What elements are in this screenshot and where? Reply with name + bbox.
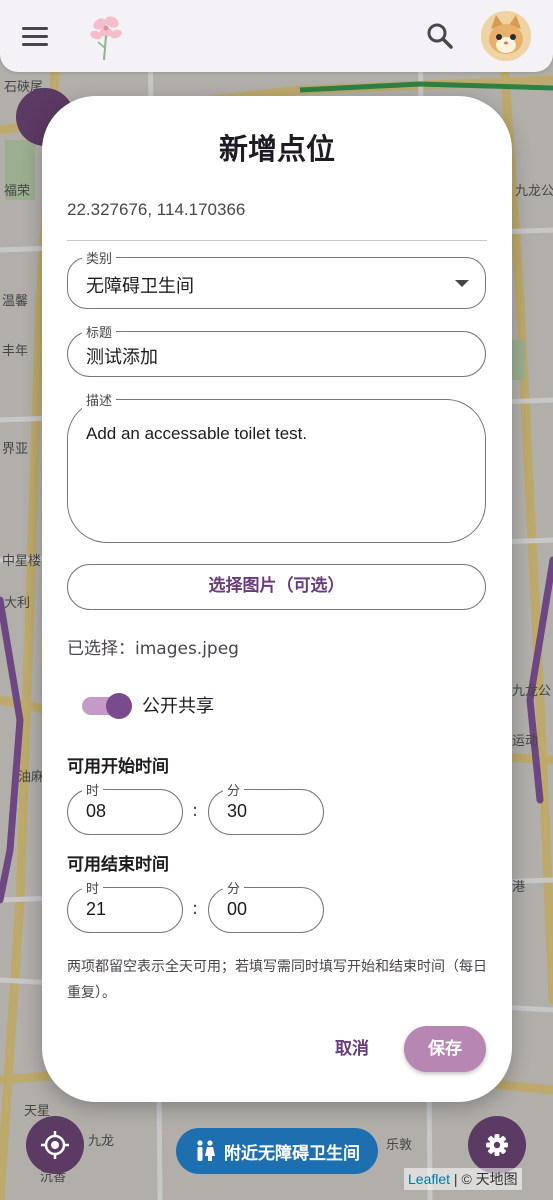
search-icon[interactable] bbox=[424, 20, 456, 52]
restroom-icon bbox=[197, 1140, 215, 1161]
share-label: 公开共享 bbox=[142, 696, 214, 717]
category-select[interactable]: 类别 无障碍卫生间 bbox=[67, 248, 486, 309]
description-value: Add an accessable toilet test. bbox=[86, 424, 308, 443]
minute-label: 分 bbox=[223, 878, 245, 897]
time-colon: : bbox=[192, 800, 199, 821]
leaflet-link[interactable]: Leaflet bbox=[408, 1171, 450, 1187]
end-hour-value: 21 bbox=[86, 899, 107, 919]
end-hour-input[interactable]: 时 21 bbox=[67, 878, 183, 933]
coordinates-text: 22.327676, 114.170366 bbox=[67, 200, 246, 219]
end-time-label: 可用结束时间 bbox=[67, 855, 169, 875]
attribution-source: 天地图 bbox=[475, 1171, 518, 1187]
title-label: 标题 bbox=[82, 322, 117, 341]
hour-label: 时 bbox=[82, 780, 104, 799]
start-hour-input[interactable]: 时 08 bbox=[67, 780, 183, 835]
start-time-label: 可用开始时间 bbox=[67, 757, 169, 777]
category-value: 无障碍卫生间 bbox=[86, 276, 194, 296]
dialog-title: 新增点位 bbox=[218, 132, 335, 166]
description-label: 描述 bbox=[82, 390, 117, 409]
dropdown-arrow-icon bbox=[455, 280, 469, 287]
end-minute-value: 00 bbox=[227, 899, 248, 919]
flower-logo bbox=[78, 8, 134, 64]
selected-file-text: 已选择：images.jpeg bbox=[67, 639, 239, 659]
title-input[interactable]: 标题 测试添加 bbox=[67, 322, 486, 377]
crosshair-icon[interactable] bbox=[26, 1116, 84, 1174]
time-hint-text: 两项都留空表示全天可用；若填写需同时填写开始和结束时间（每日重复）。 bbox=[67, 959, 487, 1001]
pick-image-button[interactable]: 选择图片（可选） bbox=[67, 564, 486, 610]
divider bbox=[67, 240, 487, 241]
category-label: 类别 bbox=[82, 248, 117, 267]
menu-icon[interactable] bbox=[22, 22, 60, 52]
share-toggle[interactable] bbox=[82, 692, 134, 720]
cat-avatar[interactable] bbox=[481, 11, 531, 61]
map-attribution: Leaflet | © 天地图 bbox=[404, 1168, 522, 1190]
time-colon: : bbox=[192, 898, 199, 919]
save-button[interactable]: 保存 bbox=[404, 1026, 486, 1072]
cancel-button[interactable]: 取消 bbox=[324, 1026, 380, 1072]
end-minute-input[interactable]: 分 00 bbox=[208, 878, 324, 933]
add-point-dialog: 新增点位 22.327676, 114.170366 类别 无障碍卫生间 标题 … bbox=[42, 96, 512, 1102]
gear-icon[interactable] bbox=[468, 1116, 526, 1174]
start-hour-value: 08 bbox=[86, 801, 107, 821]
title-value: 测试添加 bbox=[86, 347, 158, 367]
hour-label: 时 bbox=[82, 878, 104, 897]
start-minute-value: 30 bbox=[227, 801, 248, 821]
attribution-sep: | © bbox=[450, 1171, 476, 1187]
start-minute-input[interactable]: 分 30 bbox=[208, 780, 324, 835]
description-textarea[interactable]: 描述 Add an accessable toilet test. bbox=[67, 390, 486, 543]
nearby-restroom-button[interactable]: 附近无障碍卫生间 bbox=[176, 1128, 378, 1174]
nearby-label: 附近无障碍卫生间 bbox=[224, 1143, 360, 1164]
toggle-thumb bbox=[106, 693, 132, 719]
app-bar bbox=[0, 0, 553, 72]
minute-label: 分 bbox=[223, 780, 245, 799]
